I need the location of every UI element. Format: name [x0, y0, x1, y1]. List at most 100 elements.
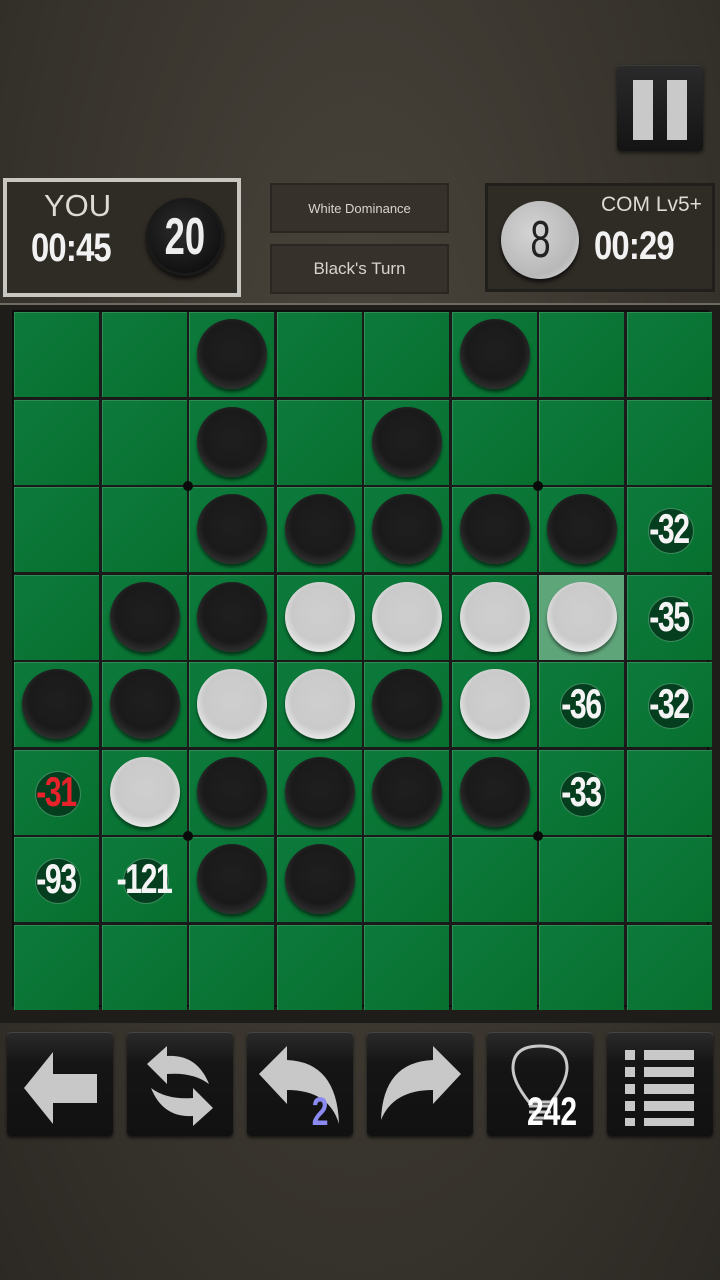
board-cell[interactable] [626, 837, 712, 922]
board-cell[interactable] [101, 662, 187, 747]
board-cell[interactable] [626, 924, 712, 1010]
board-cell[interactable] [14, 574, 99, 660]
move-score: -32 [648, 505, 690, 552]
board-cell[interactable] [451, 399, 537, 485]
board-cell[interactable] [101, 574, 187, 660]
board-cell[interactable]: -35 [626, 574, 712, 660]
board-cell[interactable] [364, 662, 449, 747]
black-disc [109, 669, 180, 739]
list-icon [625, 1050, 694, 1126]
white-disc [109, 756, 180, 827]
board-cell[interactable] [101, 924, 187, 1010]
board-cell[interactable] [276, 574, 362, 660]
board-cell[interactable] [189, 924, 274, 1010]
board-cell[interactable] [101, 487, 187, 572]
back-button[interactable] [7, 1032, 113, 1136]
board-cell[interactable]: -121 [101, 837, 187, 922]
move-score: -33 [561, 767, 602, 815]
black-disc [197, 844, 267, 914]
board-cell[interactable] [189, 487, 274, 572]
menu-button[interactable] [607, 1032, 713, 1136]
board-cell[interactable] [451, 924, 537, 1010]
black-disc [197, 319, 267, 389]
board-cell[interactable] [276, 749, 362, 835]
board-cell[interactable] [14, 487, 99, 572]
board-cell[interactable]: -33 [539, 749, 624, 835]
board-cell[interactable] [539, 574, 624, 660]
board-cell[interactable] [14, 399, 99, 485]
board-cell[interactable] [101, 312, 187, 397]
board-cell[interactable] [189, 749, 274, 835]
black-disc [197, 756, 267, 827]
board-cell[interactable]: -31 [14, 749, 99, 835]
board-cell[interactable] [364, 837, 449, 922]
hint-button[interactable]: 242 [487, 1032, 593, 1136]
board-cell[interactable] [276, 662, 362, 747]
black-disc [459, 756, 530, 827]
board-cell[interactable]: -32 [626, 662, 712, 747]
board-cell[interactable] [276, 399, 362, 485]
board-cell[interactable] [539, 924, 624, 1010]
board-cell[interactable] [626, 749, 712, 835]
arrow-left-icon [24, 1052, 97, 1124]
board-cell[interactable] [14, 662, 99, 747]
board-cell[interactable] [451, 574, 537, 660]
board-cell[interactable] [276, 312, 362, 397]
player-panel-you: YOU 00:45 20 [3, 178, 241, 297]
board-cell[interactable] [189, 312, 274, 397]
board-cell[interactable] [539, 837, 624, 922]
redo-button[interactable] [367, 1032, 473, 1136]
white-disc [197, 669, 267, 739]
board-cell[interactable] [364, 487, 449, 572]
swap-button[interactable] [127, 1032, 233, 1136]
board-cell[interactable] [626, 399, 712, 485]
board-cell[interactable] [189, 574, 274, 660]
board-cell[interactable] [539, 312, 624, 397]
board-cell[interactable] [189, 837, 274, 922]
board-cell[interactable] [101, 399, 187, 485]
game-board[interactable]: -32 -35 -36 -32 -31 -33 -93 -121 [12, 310, 712, 1010]
white-disc-count: 8 [501, 201, 579, 279]
board-cell[interactable]: -93 [14, 837, 99, 922]
black-disc [459, 319, 530, 389]
black-disc [372, 669, 442, 739]
opponent-timer: 00:29 [594, 224, 675, 268]
black-disc [459, 494, 530, 564]
board-cell[interactable] [451, 837, 537, 922]
undo-button[interactable]: 2 [247, 1032, 353, 1136]
board-cell[interactable] [276, 487, 362, 572]
board-cell[interactable] [189, 662, 274, 747]
black-disc [197, 494, 267, 564]
board-cell[interactable] [364, 312, 449, 397]
move-score: -35 [648, 592, 690, 640]
board-cell[interactable] [364, 924, 449, 1010]
board-cell[interactable] [276, 924, 362, 1010]
board-cell[interactable] [364, 574, 449, 660]
white-count-value: 8 [529, 211, 551, 269]
board-cell[interactable] [364, 749, 449, 835]
board-cell[interactable]: -36 [539, 662, 624, 747]
board-cell[interactable] [364, 399, 449, 485]
opponent-name: COM Lv5+ [601, 193, 702, 216]
board-cell[interactable] [451, 749, 537, 835]
black-disc [372, 494, 442, 564]
board-cell[interactable] [539, 487, 624, 572]
board-cell[interactable]: -32 [626, 487, 712, 572]
white-disc [459, 581, 530, 652]
board-cell[interactable] [14, 312, 99, 397]
black-disc [284, 494, 355, 564]
board-cell[interactable] [14, 924, 99, 1010]
board-cell[interactable] [539, 399, 624, 485]
pause-icon-bar [667, 80, 687, 140]
best-move-score: -31 [36, 767, 77, 815]
board-cell[interactable] [451, 487, 537, 572]
board-cell[interactable] [189, 399, 274, 485]
black-disc [197, 406, 267, 477]
pause-button[interactable] [617, 65, 703, 151]
board-cell[interactable] [451, 312, 537, 397]
board-cell[interactable] [101, 749, 187, 835]
board-cell[interactable] [626, 312, 712, 397]
white-disc [372, 581, 442, 652]
board-cell[interactable] [276, 837, 362, 922]
board-cell[interactable] [451, 662, 537, 747]
